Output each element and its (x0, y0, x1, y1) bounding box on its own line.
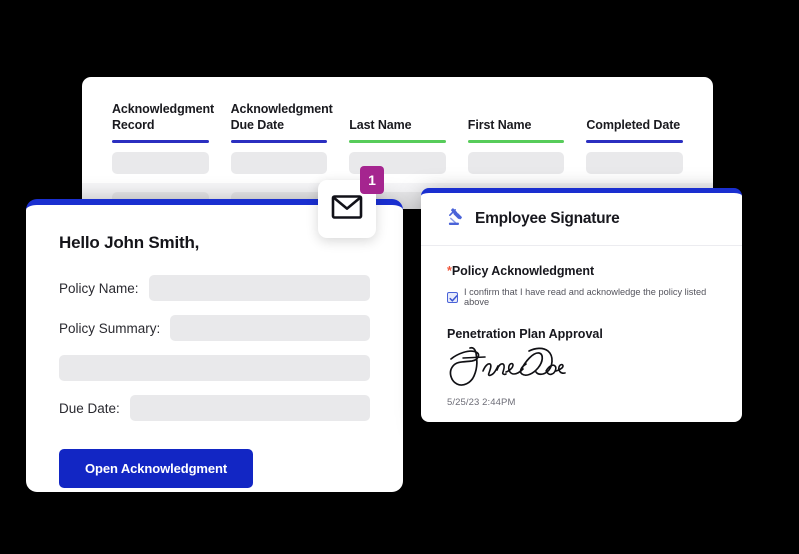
column-header-label: Completed Date (586, 118, 681, 132)
column-rule (230, 140, 328, 143)
column-header-label: Acknowledgment Due Date (230, 102, 333, 132)
table-column-acknowledgment-due-date[interactable]: Acknowledgment Due Date (230, 101, 333, 143)
field-row-policy-name: Policy Name: (59, 275, 370, 301)
signature-timestamp: 5/25/23 2:44PM (447, 397, 516, 408)
signature-image (443, 343, 716, 395)
table-cell (112, 151, 209, 174)
section-title-text: Policy Acknowledgment (451, 264, 595, 278)
open-acknowledgment-button[interactable]: Open Acknowledgment (59, 449, 254, 488)
confirm-checkbox[interactable] (447, 291, 458, 303)
confirm-checkbox-row[interactable]: I confirm that I have read and acknowled… (447, 287, 716, 307)
approval-title: Penetration Plan Approval (447, 327, 603, 341)
table-row[interactable] (112, 143, 683, 183)
gavel-icon (447, 207, 466, 231)
column-rule (467, 140, 565, 143)
policy-acknowledgment-heading: *Policy Acknowledgment (447, 264, 716, 278)
table-column-completed-date[interactable]: Completed Date (586, 117, 683, 143)
due-date-value (129, 395, 370, 421)
employee-signature-card: Employee Signature *Policy Acknowledgmen… (421, 188, 742, 422)
table-column-last-name[interactable]: Last Name (349, 117, 446, 143)
field-label: Due Date: (59, 400, 120, 416)
envelope-icon (331, 194, 363, 225)
policy-name-value (148, 275, 370, 301)
field-row-policy-summary-continued (59, 355, 370, 381)
column-header-label: First Name (467, 118, 532, 132)
policy-summary-value (170, 315, 370, 341)
table-header-row: Acknowledgment Record Acknowledgment Due… (112, 101, 683, 143)
email-notification-card: Hello John Smith, Policy Name: Policy Su… (26, 199, 403, 492)
email-card-body: Hello John Smith, Policy Name: Policy Su… (26, 205, 403, 488)
table-column-first-name[interactable]: First Name (467, 117, 565, 143)
column-header-label: Last Name (349, 118, 412, 132)
signature-card-body: *Policy Acknowledgment I confirm that I … (421, 246, 742, 408)
table-column-acknowledgment-record[interactable]: Acknowledgment Record (112, 101, 215, 143)
table-cell (467, 151, 565, 174)
column-rule (349, 140, 446, 143)
field-label: Policy Summary: (59, 320, 161, 336)
field-row-due-date: Due Date: (59, 395, 370, 421)
signature-card-header: Employee Signature (421, 193, 742, 246)
email-notification-indicator[interactable]: 1 (318, 166, 384, 238)
column-header-label: Acknowledgment Record (112, 102, 215, 132)
policy-summary-value-continued (59, 355, 370, 381)
column-rule (112, 140, 209, 143)
notification-count-badge: 1 (360, 166, 384, 194)
confirm-checkbox-label: I confirm that I have read and acknowled… (464, 287, 707, 307)
table-cell (586, 151, 683, 174)
column-rule (586, 140, 683, 143)
signature-card-title: Employee Signature (475, 210, 620, 227)
table-cell (230, 151, 328, 174)
screenshot-stage: Acknowledgment Record Acknowledgment Due… (0, 0, 799, 554)
field-label: Policy Name: (59, 280, 139, 296)
field-row-policy-summary: Policy Summary: (59, 315, 370, 341)
